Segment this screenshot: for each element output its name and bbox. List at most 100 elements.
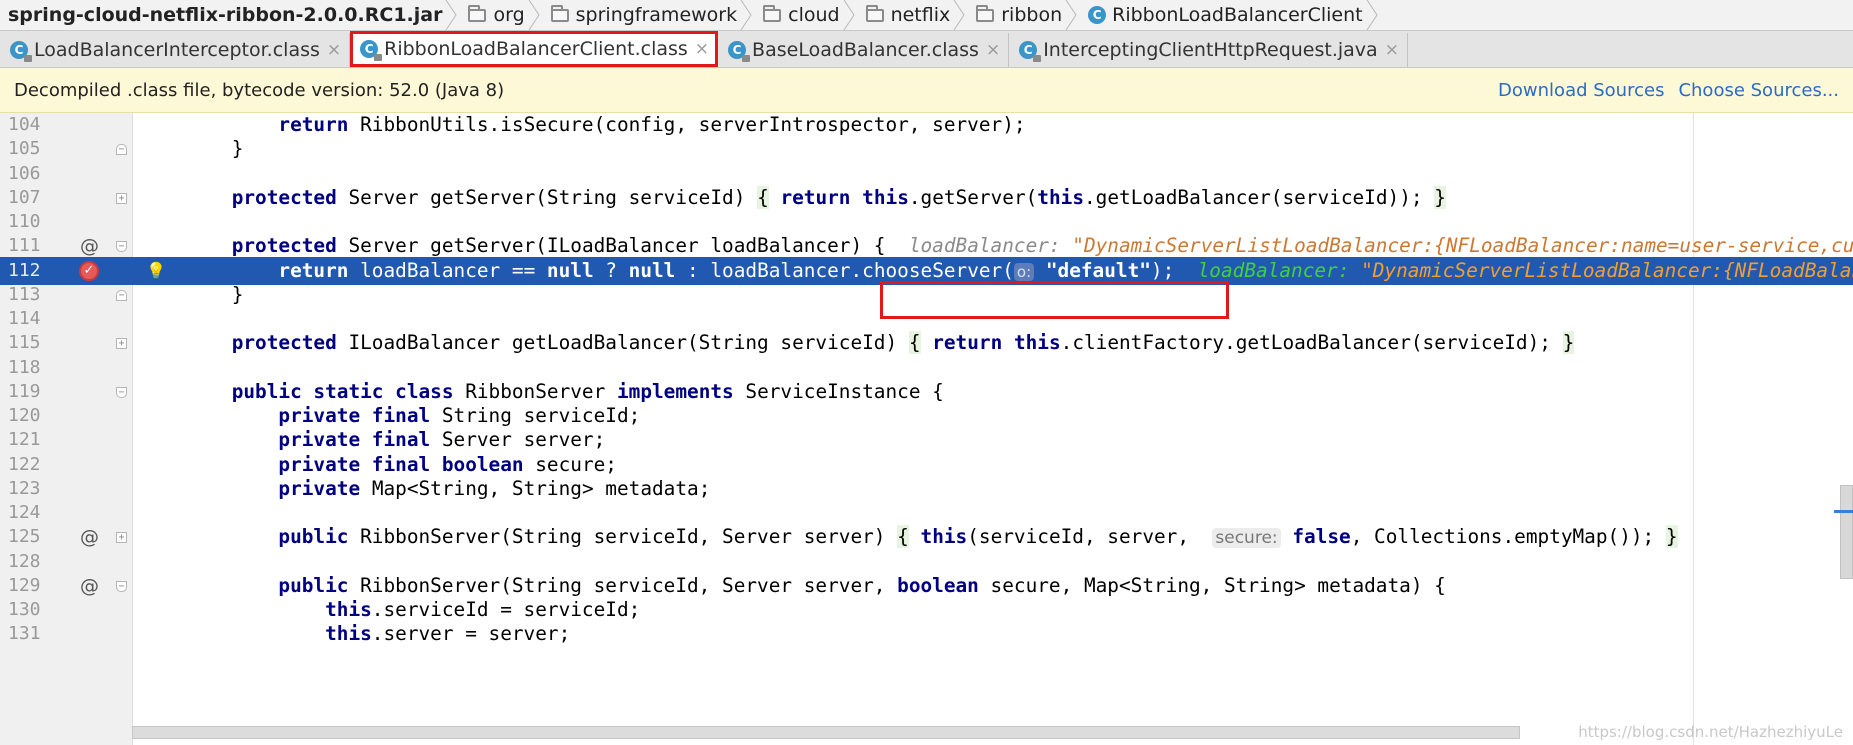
horizontal-scrollbar[interactable] xyxy=(132,726,1520,739)
breadcrumb-jar[interactable]: spring-cloud-netflix-ribbon-2.0.0.RC1.ja… xyxy=(0,0,460,30)
close-icon[interactable]: × xyxy=(695,39,709,59)
keyword: protected xyxy=(231,331,337,355)
lock-icon xyxy=(1033,55,1042,62)
lightbulb-icon[interactable]: 💡 xyxy=(146,257,166,280)
breakpoint-icon[interactable]: ✓ xyxy=(79,260,99,281)
line-number[interactable]: 131 xyxy=(8,620,52,649)
keyword: public xyxy=(278,573,349,597)
keyword: this xyxy=(1013,331,1061,355)
breadcrumb-class[interactable]: C RibbonLoadBalancerClient xyxy=(1080,0,1380,30)
breadcrumb-netflix[interactable]: netflix xyxy=(858,0,969,30)
lock-icon xyxy=(24,55,32,62)
keyword: protected xyxy=(231,234,337,258)
close-icon[interactable]: × xyxy=(327,40,341,60)
folder-icon xyxy=(976,4,995,22)
breadcrumb-separator-icon xyxy=(953,0,965,30)
scrollbar-position-marker xyxy=(1834,510,1853,513)
class-icon: C xyxy=(728,41,751,62)
code-token: .getLoadBalancer(serviceId)); xyxy=(1084,185,1435,209)
class-icon: C xyxy=(1088,6,1107,24)
tab-ribbonloadbalancerclient[interactable]: C RibbonLoadBalancerClient.class × xyxy=(350,31,719,67)
breadcrumb-label: ribbon xyxy=(1001,4,1063,26)
breadcrumb-separator-icon xyxy=(1065,0,1077,30)
breadcrumb-label: cloud xyxy=(788,4,840,26)
keyword: implements xyxy=(616,379,734,403)
code-token: RibbonUtils.isSecure(config, serverIntro… xyxy=(348,113,1026,136)
vertical-scrollbar[interactable] xyxy=(1840,485,1853,579)
breadcrumb-separator-icon xyxy=(1366,0,1378,30)
code-token: Map<String, String> metadata; xyxy=(360,476,711,500)
keyword: null xyxy=(546,258,594,282)
code-token: RibbonServer(String serviceId, Server se… xyxy=(348,573,898,597)
choose-sources-link[interactable]: Choose Sources... xyxy=(1678,80,1839,101)
folder-icon xyxy=(763,4,782,22)
keyword: false xyxy=(1292,525,1351,549)
code-token: .serviceId = serviceId; xyxy=(371,598,641,621)
fold-toggle-icon[interactable]: + xyxy=(116,338,127,350)
code-token: secure; xyxy=(523,452,617,476)
code-token: ); xyxy=(1150,258,1198,282)
code-token: .getServer( xyxy=(908,185,1038,209)
breadcrumb-label: springframework xyxy=(575,4,738,26)
debugger-inline-value: "DynamicServerListLoadBalancer:{NFLoadBa… xyxy=(1072,234,1853,258)
code-token: .clientFactory.getLoadBalancer(serviceId… xyxy=(1060,331,1563,355)
lock-icon xyxy=(742,55,751,62)
watermark: https://blog.csdn.net/HazhezhiyuLe xyxy=(1578,723,1843,741)
keyword: private xyxy=(278,476,361,500)
fold-toggle-icon[interactable]: − xyxy=(116,241,127,253)
breadcrumb-bar: spring-cloud-netflix-ribbon-2.0.0.RC1.ja… xyxy=(0,0,1853,31)
folded-brace: { xyxy=(908,331,921,355)
folder-icon xyxy=(468,4,487,22)
code-token: RibbonServer xyxy=(453,379,617,403)
code-token: (serviceId, server, xyxy=(967,525,1213,549)
keyword: this xyxy=(1037,185,1084,209)
breadcrumb-label: RibbonLoadBalancerClient xyxy=(1112,4,1363,26)
breadcrumb-cloud[interactable]: cloud xyxy=(755,0,857,30)
debugger-inline-value: loadBalancer: xyxy=(908,234,1073,258)
fold-toggle-icon[interactable]: + xyxy=(116,532,127,544)
breadcrumb-separator-icon xyxy=(843,0,855,30)
code-token: Server getServer(String serviceId) xyxy=(336,185,758,209)
close-icon[interactable]: × xyxy=(986,40,1000,60)
breadcrumb-separator-icon xyxy=(528,0,540,30)
fold-toggle-icon[interactable]: − xyxy=(116,386,127,398)
fold-toggle-icon[interactable]: − xyxy=(116,580,127,592)
breadcrumb-label: org xyxy=(493,4,525,26)
code-line-131[interactable]: 131 this.server = server; xyxy=(0,620,1853,649)
keyword: private final boolean xyxy=(278,452,524,476)
fold-toggle-icon[interactable]: − xyxy=(116,144,127,156)
debugger-inline-value: loadBalancer: xyxy=(1197,258,1362,282)
parameter-hint: secure: xyxy=(1212,528,1281,549)
tab-loadbalancerinterceptor[interactable]: C LoadBalancerInterceptor.class × xyxy=(0,33,351,67)
tab-label: LoadBalancerInterceptor.class xyxy=(34,39,320,61)
keyword: return xyxy=(932,331,1003,355)
folded-brace: { xyxy=(757,185,769,209)
banner-message: Decompiled .class file, bytecode version… xyxy=(14,79,505,101)
keyword: public xyxy=(278,525,349,549)
fold-toggle-icon[interactable]: + xyxy=(116,192,127,204)
close-icon[interactable]: × xyxy=(1385,40,1399,60)
fold-toggle-icon[interactable]: − xyxy=(116,289,127,301)
folder-icon xyxy=(865,4,884,22)
tab-interceptingclienthttprequest[interactable]: C InterceptingClientHttpRequest.java × xyxy=(1009,33,1408,67)
tab-label: BaseLoadBalancer.class xyxy=(752,39,979,61)
breadcrumb-org[interactable]: org xyxy=(460,0,542,30)
tab-baseloadbalancer[interactable]: C BaseLoadBalancer.class × xyxy=(718,33,1010,67)
breadcrumb-springframework[interactable]: springframework xyxy=(543,0,755,30)
breadcrumb-ribbon[interactable]: ribbon xyxy=(968,0,1080,30)
code-token: Server server; xyxy=(430,428,606,452)
code-editor[interactable]: 104 return RibbonUtils.isSecure(config, … xyxy=(0,113,1853,745)
download-sources-link[interactable]: Download Sources xyxy=(1498,80,1664,101)
